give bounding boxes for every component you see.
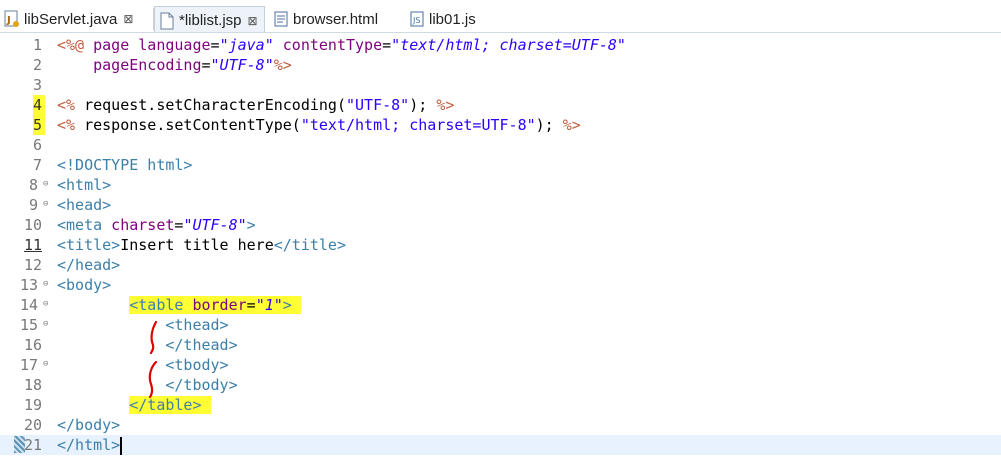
js-file-icon: JS	[409, 10, 425, 28]
tab-label: browser.html	[293, 10, 379, 28]
svg-text:JS: JS	[412, 16, 420, 25]
tab-label: *liblist.jsp	[179, 12, 242, 29]
java-file-icon: J	[4, 10, 20, 28]
red-annotation-brackets	[148, 320, 158, 399]
close-icon[interactable]: ⊠	[123, 12, 133, 26]
code-editor[interactable]: 1 <%@ page language="java" contentType="…	[0, 33, 1001, 464]
html-file-icon	[273, 10, 289, 28]
tab-libservlet-java[interactable]: J libServlet.java ⊠	[4, 7, 133, 31]
tab-label: libServlet.java	[24, 10, 118, 28]
tab-liblist-jsp[interactable]: *liblist.jsp ⊠	[154, 6, 265, 34]
close-icon[interactable]: ⊠	[248, 14, 258, 28]
tab-browser-html[interactable]: browser.html	[273, 7, 378, 31]
svg-text:J: J	[6, 15, 11, 26]
tab-lib01-js[interactable]: JS lib01.js	[409, 7, 476, 31]
editor-tab-bar: J libServlet.java ⊠ *liblist.jsp ⊠ brows…	[0, 0, 1001, 34]
tab-label: lib01.js	[429, 10, 476, 28]
jsp-file-icon	[159, 12, 175, 30]
